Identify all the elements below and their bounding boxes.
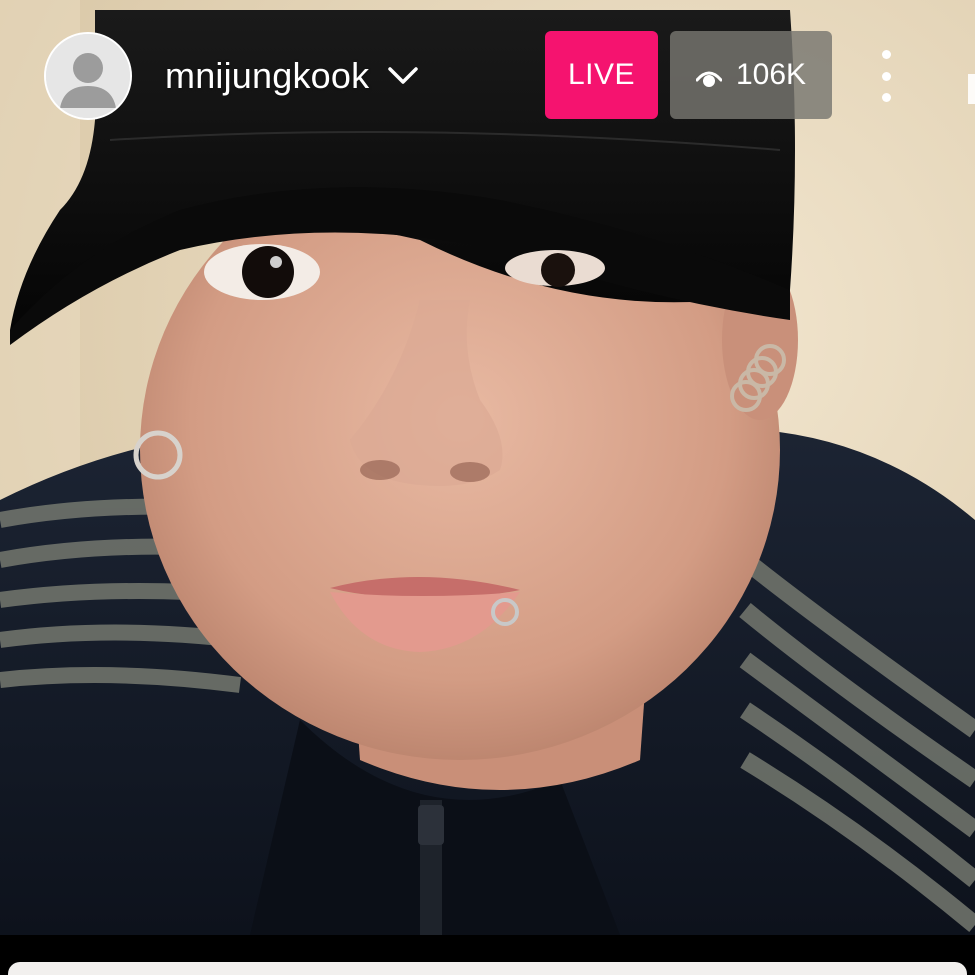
- viewer-count: 106K: [735, 58, 807, 91]
- menu-dot: [881, 50, 891, 59]
- more-vertical-icon[interactable]: [868, 50, 904, 102]
- menu-dot: [881, 71, 891, 81]
- adjacent-panel-edge: [962, 60, 975, 120]
- menu-dot: [881, 93, 891, 102]
- live-header: mnijungkook LIVE 106K: [0, 30, 975, 120]
- live-badge: LIVE: [545, 31, 658, 119]
- username-dropdown[interactable]: mnijungkook: [165, 55, 419, 96]
- eye-icon: [695, 64, 723, 87]
- chevron-down-icon: [387, 66, 419, 86]
- live-stream-screen: mnijungkook LIVE 106K: [0, 0, 975, 975]
- avatar[interactable]: [44, 32, 132, 120]
- default-user-avatar-icon: [46, 34, 130, 118]
- live-video[interactable]: [0, 0, 975, 935]
- video-frame: [0, 0, 975, 935]
- bottom-sheet-edge[interactable]: [8, 962, 967, 975]
- username: mnijungkook: [165, 55, 370, 96]
- viewer-count-pill[interactable]: 106K: [670, 31, 832, 119]
